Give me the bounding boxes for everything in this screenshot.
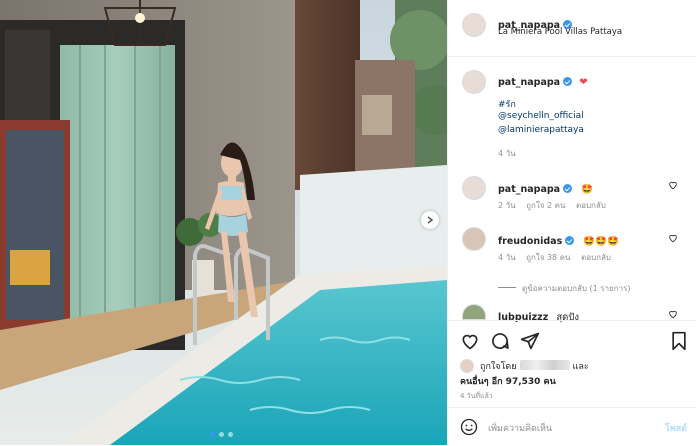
verified-icon [563, 77, 573, 86]
comment-likes[interactable]: ถูกใจ 2 คน [526, 201, 565, 210]
post-header: pat_napapa La Miniera Pool Villas Pattay… [448, 0, 696, 57]
reply-button[interactable]: ตอบกลับ [576, 201, 606, 210]
caption-username[interactable]: pat_napapa [498, 77, 560, 88]
bookmark-icon[interactable] [670, 331, 688, 351]
carousel-indicator [210, 432, 233, 437]
comment-time: 2 วัน [498, 201, 516, 210]
caption-header: pat_napapa ❤ [498, 70, 588, 89]
comment-username[interactable]: freudonidas [498, 236, 562, 247]
reply-button[interactable]: ตอบกลับ [581, 253, 611, 262]
avatar[interactable] [462, 227, 486, 251]
likes-summary: ถูกใจโดย และ [480, 359, 589, 373]
carousel-dot-active [210, 432, 215, 437]
comment-username[interactable]: pat_napapa [498, 184, 560, 195]
emoji-icon[interactable] [460, 418, 478, 436]
share-icon[interactable] [520, 331, 540, 351]
avatar[interactable] [462, 304, 486, 320]
post-side-panel: pat_napapa La Miniera Pool Villas Pattay… [447, 0, 696, 445]
avatar[interactable] [462, 70, 486, 94]
post-timestamp: 4 วันที่แล้ว [460, 392, 493, 400]
comment-likes[interactable]: ถูกใจ 38 คน [526, 253, 570, 262]
next-arrow-icon [427, 216, 434, 224]
pool-villa-illustration [0, 0, 447, 445]
avatar[interactable] [460, 359, 474, 373]
heart-emoji: ❤ [579, 77, 588, 88]
post-photo[interactable] [0, 0, 447, 445]
view-replies-label: ดูข้อความตอบกลับ (1 รายการ) [522, 284, 631, 293]
avatar[interactable] [462, 176, 486, 200]
avatar[interactable] [462, 13, 486, 37]
comment-meta: 2 วัน ถูกใจ 2 คน ตอบกลับ [498, 199, 606, 212]
mention-link[interactable]: @seychelln_official [498, 111, 584, 121]
location-link[interactable]: La Miniera Pool Villas Pattaya [498, 27, 622, 37]
mention-link[interactable]: @laminierapattaya [498, 125, 584, 135]
next-image-button[interactable] [421, 211, 439, 229]
comment-time: 4 วัน [498, 253, 516, 262]
likes-suffix: และ [572, 362, 589, 372]
heart-icon[interactable] [668, 233, 678, 243]
comment-input[interactable]: เพิ่มความคิดเห็น [488, 421, 552, 435]
hashtag-link[interactable]: #รัก [498, 97, 516, 111]
comment-meta: 4 วัน ถูกใจ 38 คน ตอบกลับ [498, 251, 611, 264]
carousel-dot [228, 432, 233, 437]
view-replies-button[interactable]: ดูข้อความตอบกลับ (1 รายการ) [498, 276, 631, 295]
replies-divider [498, 287, 516, 288]
heart-icon[interactable] [668, 309, 678, 319]
comment-text: 🤩🤩🤩 [583, 236, 619, 247]
likes-count[interactable]: คนอื่นๆ อีก 97,530 คน [460, 374, 556, 388]
caption-time: 4 วัน [498, 149, 516, 158]
comment-icon[interactable] [490, 331, 510, 351]
carousel-dot [219, 432, 224, 437]
comment: freudonidas 🤩🤩🤩 [498, 229, 619, 248]
comment-text: 🤩 [581, 184, 594, 195]
verified-icon [565, 236, 575, 245]
likes-prefix: ถูกใจโดย [480, 362, 517, 372]
blurred-username [519, 360, 570, 370]
add-comment-bar: เพิ่มความคิดเห็น โพสต์ [448, 407, 696, 446]
verified-icon [563, 184, 573, 193]
comment: pat_napapa 🤩 [498, 177, 593, 196]
heart-icon[interactable] [668, 180, 678, 190]
post-comment-button[interactable]: โพสต์ [665, 421, 687, 435]
heart-icon[interactable] [460, 331, 480, 351]
